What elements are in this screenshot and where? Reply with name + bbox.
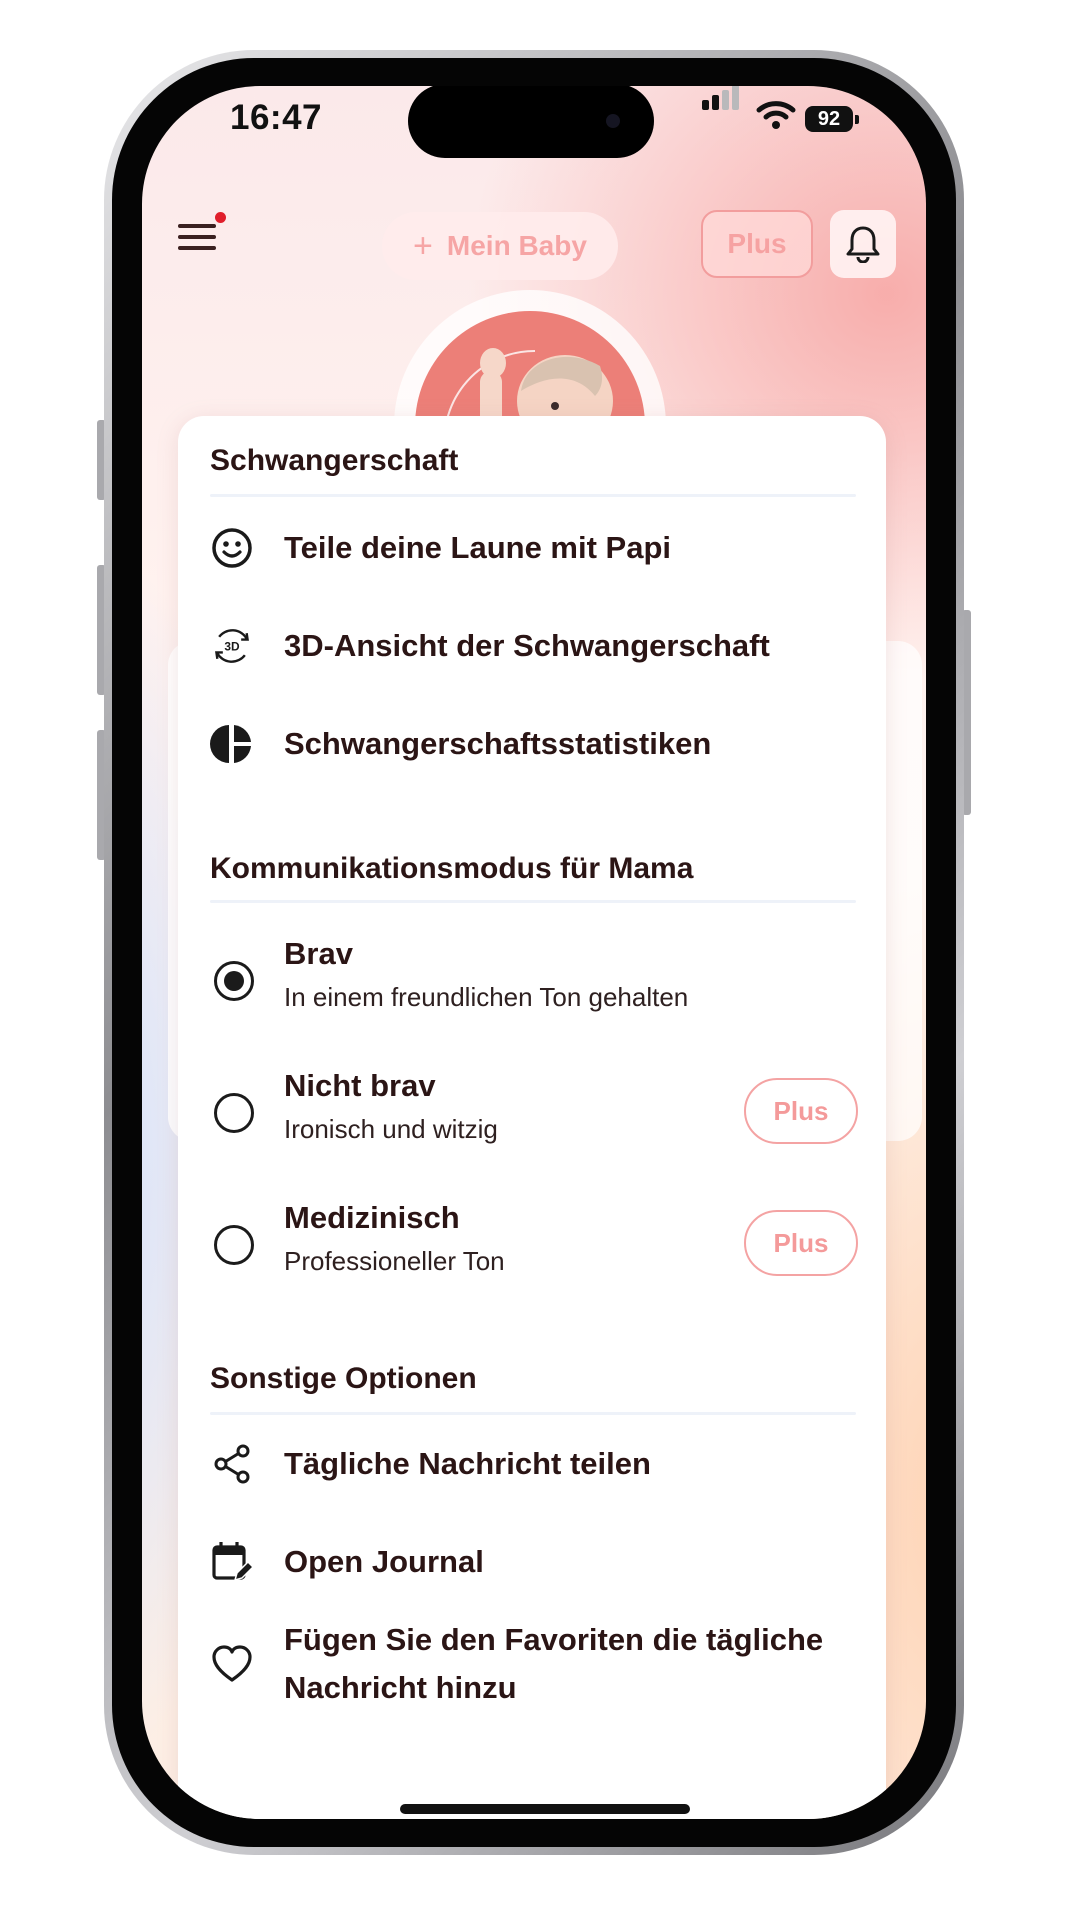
radio-option-subtitle: Ironisch und witzig bbox=[284, 1114, 498, 1144]
camera-icon bbox=[606, 114, 620, 128]
menu-item-share-message[interactable]: Tägliche Nachricht teilen bbox=[210, 1428, 858, 1500]
menu-item-statistics[interactable]: Schwangerschaftsstatistiken bbox=[210, 708, 858, 780]
pie-chart-icon bbox=[210, 722, 254, 766]
radio-option-title: Nicht brav bbox=[284, 1068, 436, 1103]
dynamic-island bbox=[408, 86, 654, 158]
plus-upgrade-button[interactable]: Plus bbox=[701, 210, 813, 278]
menu-item-open-journal[interactable]: Open Journal bbox=[210, 1526, 858, 1598]
radio-unchecked-icon[interactable] bbox=[214, 1093, 254, 1133]
notifications-button[interactable] bbox=[830, 210, 896, 278]
add-baby-label: Mein Baby bbox=[446, 230, 587, 261]
background-card bbox=[882, 641, 922, 1141]
home-indicator[interactable] bbox=[400, 1804, 690, 1814]
app-screen: 16:47 92 + Mein Baby Plus Schwangerschaf… bbox=[142, 86, 926, 1819]
menu-item-3d-view[interactable]: 3D 3D-Ansicht der Schwangerschaft bbox=[210, 610, 858, 682]
share-icon bbox=[210, 1442, 254, 1486]
phone-bezel: 16:47 92 + Mein Baby Plus Schwangerschaf… bbox=[112, 58, 956, 1847]
hamburger-menu-icon[interactable] bbox=[178, 224, 218, 256]
notification-dot bbox=[215, 212, 226, 223]
menu-item-label: Teile deine Laune mit Papi bbox=[284, 530, 672, 565]
divider bbox=[210, 900, 856, 903]
menu-item-label: Fügen Sie den Favoriten die tägliche Nac… bbox=[284, 1616, 823, 1712]
radio-unchecked-icon[interactable] bbox=[214, 1225, 254, 1265]
svg-text:3D: 3D bbox=[224, 640, 240, 654]
bell-icon bbox=[846, 226, 880, 263]
options-menu-panel: Schwangerschaft Teile deine Laune mit Pa… bbox=[178, 416, 886, 1819]
radio-option-title: Brav bbox=[284, 936, 353, 971]
phone-frame: 16:47 92 + Mein Baby Plus Schwangerschaf… bbox=[104, 50, 964, 1855]
divider bbox=[210, 1412, 856, 1415]
radio-option-medizinisch[interactable]: Medizinisch Professioneller Ton Plus bbox=[210, 1200, 858, 1300]
battery-indicator: 92 bbox=[805, 106, 853, 132]
menu-item-label: Schwangerschaftsstatistiken bbox=[284, 726, 712, 761]
menu-item-label: 3D-Ansicht der Schwangerschaft bbox=[284, 628, 770, 663]
menu-item-label: Open Journal bbox=[284, 1544, 484, 1579]
radio-option-subtitle: In einem freundlichen Ton gehalten bbox=[284, 982, 689, 1012]
radio-option-title: Medizinisch bbox=[284, 1200, 460, 1235]
plus-badge-button[interactable]: Plus bbox=[744, 1078, 858, 1144]
menu-item-label-line: Fügen Sie den Favoriten die tägliche bbox=[284, 1622, 824, 1657]
menu-item-share-mood[interactable]: Teile deine Laune mit Papi bbox=[210, 512, 858, 584]
radio-option-brav[interactable]: Brav In einem freundlichen Ton gehalten bbox=[210, 936, 858, 1036]
menu-item-label: Tägliche Nachricht teilen bbox=[284, 1446, 651, 1481]
divider bbox=[210, 494, 856, 497]
radio-checked-icon[interactable] bbox=[214, 961, 254, 1001]
3d-rotate-icon: 3D bbox=[210, 624, 254, 668]
calendar-edit-icon bbox=[210, 1540, 254, 1584]
smiley-face-icon bbox=[210, 526, 254, 570]
radio-option-nicht-brav[interactable]: Nicht brav Ironisch und witzig Plus bbox=[210, 1068, 858, 1168]
heart-icon bbox=[210, 1642, 254, 1686]
menu-item-add-favorites[interactable]: Fügen Sie den Favoriten die tägliche Nac… bbox=[210, 1612, 858, 1716]
section-title-other: Sonstige Optionen bbox=[210, 1362, 477, 1395]
menu-item-label-line: Nachricht hinzu bbox=[284, 1670, 517, 1705]
status-time: 16:47 bbox=[230, 98, 323, 137]
section-title-communication: Kommunikationsmodus für Mama bbox=[210, 852, 694, 885]
plus-badge-button[interactable]: Plus bbox=[744, 1210, 858, 1276]
add-baby-button[interactable]: + Mein Baby bbox=[382, 212, 618, 280]
radio-option-subtitle: Professioneller Ton bbox=[284, 1246, 505, 1276]
wifi-icon bbox=[756, 101, 796, 129]
plus-icon: + bbox=[413, 227, 433, 265]
battery-tip bbox=[855, 115, 859, 124]
section-title-pregnancy: Schwangerschaft bbox=[210, 444, 459, 477]
